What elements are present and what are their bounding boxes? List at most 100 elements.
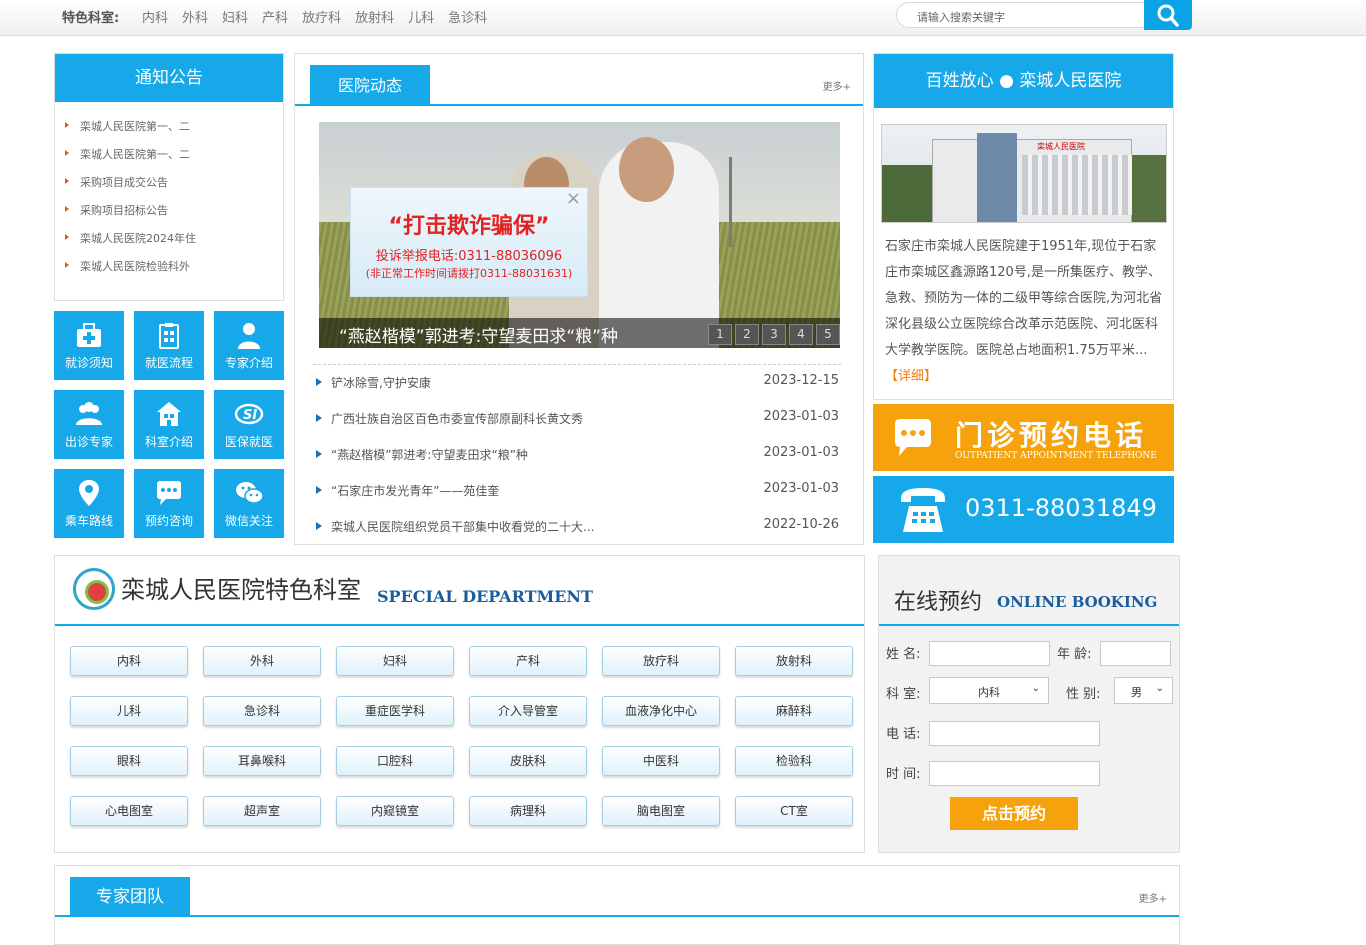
top-link-2[interactable]: 外科	[182, 7, 208, 26]
search-button[interactable]	[1144, 0, 1192, 30]
tile-process[interactable]: 就医流程	[134, 311, 204, 380]
group-icon	[76, 402, 102, 425]
tile-insurance[interactable]: SI 医保就医	[214, 390, 284, 459]
dept-button[interactable]: 儿科	[70, 696, 188, 726]
dept-button[interactable]: 放疗科	[602, 646, 720, 676]
dept-button[interactable]: 血液净化中心	[602, 696, 720, 726]
dept-button[interactable]: 麻醉科	[735, 696, 853, 726]
dept-button[interactable]: 超声室	[203, 796, 321, 826]
dept-button[interactable]: 中医科	[602, 746, 720, 776]
tile-route[interactable]: 乘车路线	[54, 469, 124, 538]
notice-item[interactable]: 采购项目招标公告	[55, 202, 283, 230]
doctor-icon	[238, 323, 260, 349]
fraud-alert-popup[interactable]: × “打击欺诈骗保” 投诉举报电话:0311-88036096 (非正常工作时间…	[350, 187, 588, 297]
name-field[interactable]	[929, 641, 1050, 666]
dept-button[interactable]: 外科	[203, 646, 321, 676]
news-item[interactable]: 广西壮族自治区百色市委宣传部原副科长黄文秀 2023-01-03	[313, 409, 841, 445]
dept-button[interactable]: 耳鼻喉科	[203, 746, 321, 776]
close-icon[interactable]: ×	[566, 188, 581, 209]
tile-wechat[interactable]: 微信关注	[214, 469, 284, 538]
dept-button[interactable]: 脑电图室	[602, 796, 720, 826]
news-item[interactable]: “石家庄市发光青年”——苑佳奎 2023-01-03	[313, 481, 841, 517]
news-item[interactable]: “燕赵楷模”郭进考:守望麦田求“粮”种 2023-01-03	[313, 445, 841, 481]
slide-dot[interactable]: 2	[735, 324, 759, 345]
tile-expert-intro[interactable]: 专家介绍	[214, 311, 284, 380]
slide-dot[interactable]: 5	[816, 324, 840, 345]
dept-button[interactable]: 检验科	[735, 746, 853, 776]
news-header: 医院动态 更多+	[295, 54, 863, 106]
dept-label: 科 室:	[886, 687, 921, 702]
news-item-title[interactable]: “石家庄市发光青年”——苑佳奎	[331, 482, 499, 499]
tile-on-duty-experts[interactable]: 出诊专家	[54, 390, 124, 459]
dept-button[interactable]: 妇科	[336, 646, 454, 676]
tile-label: 科室介绍	[144, 435, 193, 449]
photo-windows	[1022, 155, 1132, 215]
slide-dot[interactable]: 4	[789, 324, 813, 345]
online-booking-panel: 在线预约 ONLINE BOOKING 姓 名: 年 龄: 科 室: 内科 ⌄ …	[878, 555, 1180, 853]
news-item-title[interactable]: “燕赵楷模”郭进考:守望麦田求“粮”种	[331, 446, 528, 463]
dept-button[interactable]: 眼科	[70, 746, 188, 776]
tile-label: 专家介绍	[224, 356, 273, 370]
clipboard-icon	[159, 323, 179, 349]
dept-button[interactable]: CT室	[735, 796, 853, 826]
dept-select[interactable]: 内科 ⌄	[929, 677, 1049, 704]
top-link-1[interactable]: 内科	[142, 7, 168, 26]
expert-more-link[interactable]: 更多+	[1139, 890, 1167, 905]
phone-field[interactable]	[929, 721, 1100, 746]
dept-button[interactable]: 内窥镜室	[336, 796, 454, 826]
gender-select[interactable]: 男 ⌄	[1114, 677, 1173, 704]
news-item-date: 2022-10-26	[763, 517, 839, 532]
phone-number[interactable]: 0311-88031849	[965, 494, 1157, 522]
notice-item[interactable]: 栾城人民医院第一、二	[55, 118, 283, 146]
slide-caption[interactable]: “燕赵楷模”郭进考:守望麦田求“粮”种	[339, 322, 618, 347]
expert-tab[interactable]: 专家团队	[70, 877, 190, 917]
top-link-4[interactable]: 产科	[262, 7, 288, 26]
top-link-8[interactable]: 急诊科	[448, 7, 487, 26]
dept-button[interactable]: 产科	[469, 646, 587, 676]
age-field[interactable]	[1100, 641, 1171, 666]
location-pin-icon	[79, 480, 99, 506]
news-item[interactable]: 铲冰除雪,守护安康 2023-12-15	[313, 373, 841, 409]
dept-button[interactable]: 内科	[70, 646, 188, 676]
tile-consult[interactable]: 预约咨询	[134, 469, 204, 538]
search-input[interactable]: 请输入搜索关键字	[896, 2, 1146, 28]
slide-pager: 1 2 3 4 5	[705, 324, 840, 345]
notice-item[interactable]: 栾城人民医院检验科外	[55, 258, 283, 286]
popup-phone-line: 投诉举报电话:0311-88036096	[375, 249, 563, 264]
news-item-title[interactable]: 栾城人民医院组织党员干部集中收看党的二十大...	[331, 518, 594, 535]
dept-button[interactable]: 病理科	[469, 796, 587, 826]
news-list: 铲冰除雪,守护安康 2023-12-15 广西壮族自治区百色市委宣传部原副科长黄…	[313, 364, 841, 553]
notice-item[interactable]: 采购项目成交公告	[55, 174, 283, 202]
dept-button[interactable]: 重症医学科	[336, 696, 454, 726]
slide-dot[interactable]: 1	[708, 324, 732, 345]
tile-dept-intro[interactable]: 科室介绍	[134, 390, 204, 459]
slide-dot[interactable]: 3	[762, 324, 786, 345]
intro-text: 石家庄市栾城人民医院建于1951年,现位于石家庄市栾城区鑫源路120号,是一所集…	[885, 234, 1169, 390]
dept-button[interactable]: 心电图室	[70, 796, 188, 826]
dept-button[interactable]: 急诊科	[203, 696, 321, 726]
chat-bubble-icon	[157, 481, 181, 505]
hospital-logo-icon	[73, 568, 115, 610]
notice-item[interactable]: 栾城人民医院第一、二	[55, 146, 283, 174]
dept-button[interactable]: 介入导管室	[469, 696, 587, 726]
news-item-title[interactable]: 铲冰除雪,守护安康	[331, 374, 431, 391]
news-more-link[interactable]: 更多+	[823, 78, 851, 93]
top-link-5[interactable]: 放疗科	[302, 7, 341, 26]
expert-team-panel: 专家团队 更多+	[54, 865, 1180, 945]
notice-list: 栾城人民医院第一、二 栾城人民医院第一、二 采购项目成交公告 采购项目招标公告 …	[55, 118, 283, 286]
news-item-date: 2023-01-03	[763, 445, 839, 460]
intro-more-link[interactable]: 【详细】	[885, 369, 937, 384]
dept-button[interactable]: 放射科	[735, 646, 853, 676]
top-link-7[interactable]: 儿科	[408, 7, 434, 26]
dept-button[interactable]: 口腔科	[336, 746, 454, 776]
submit-booking-button[interactable]: 点击预约	[950, 797, 1078, 830]
time-field[interactable]	[929, 761, 1100, 786]
dept-button[interactable]: 皮肤科	[469, 746, 587, 776]
top-link-3[interactable]: 妇科	[222, 7, 248, 26]
news-item-title[interactable]: 广西壮族自治区百色市委宣传部原副科长黄文秀	[331, 410, 583, 427]
news-item[interactable]: 栾城人民医院组织党员干部集中收看党的二十大... 2022-10-26	[313, 517, 841, 553]
notice-item[interactable]: 栾城人民医院2024年住	[55, 230, 283, 258]
tile-visit-guide[interactable]: 就诊须知	[54, 311, 124, 380]
top-link-6[interactable]: 放射科	[355, 7, 394, 26]
news-tab[interactable]: 医院动态	[310, 65, 430, 106]
